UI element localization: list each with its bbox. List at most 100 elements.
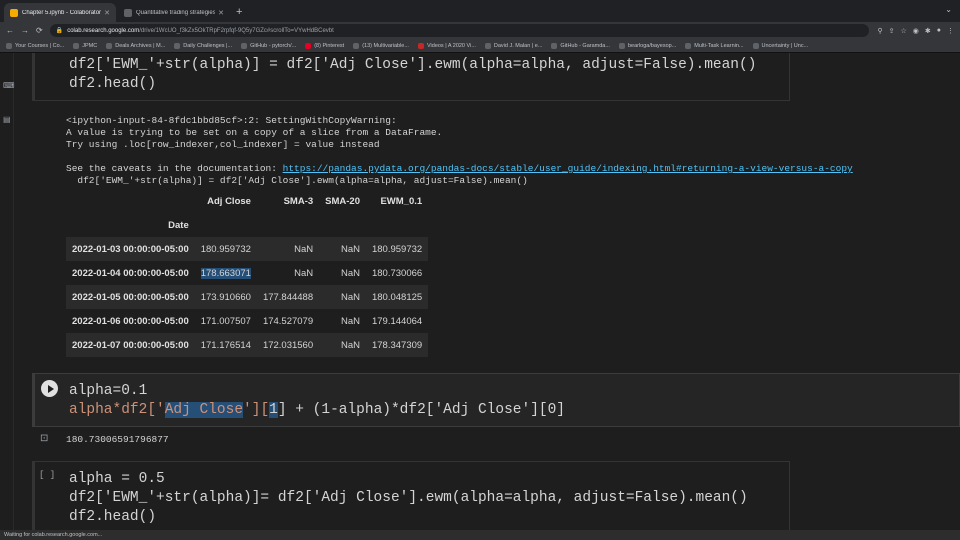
table-cell: 180.959732 (371, 243, 423, 255)
selected-index: 1 (269, 402, 278, 418)
table-cell: 180.959732 (200, 243, 251, 255)
address-toolbar: ← → ⟳ 🔒 colab.research.google.com /drive… (0, 22, 960, 39)
code-line: df2['EWM_'+str(alpha)] = df2['Adj Close'… (69, 57, 757, 73)
pandas-docs-link[interactable]: https://pandas.pydata.org/pandas-docs/st… (283, 163, 853, 174)
table-cell: 177.844488 (262, 291, 314, 303)
table-cell: NaN (294, 243, 314, 255)
colab-left-rail: ⌨ ▤ (0, 53, 15, 530)
colab-favicon-icon (10, 8, 18, 17)
column-header: SMA-3 (283, 195, 314, 207)
row-index: 2022-01-03 00:00:00-05:00 (72, 243, 189, 255)
bookmark-favicon-icon (6, 42, 12, 49)
code-line: alpha=0.1 (69, 383, 148, 399)
table-cell: NaN (340, 339, 360, 351)
profile-icon[interactable]: ● (937, 27, 941, 35)
code-line: df2['EWM_'+str(alpha)]= df2['Adj Close']… (69, 490, 748, 506)
bookmark-item[interactable]: Deals Archives | M... (106, 42, 165, 49)
menu-icon[interactable]: ⋮ (947, 27, 954, 35)
bookmark-item[interactable]: David J. Malan | e... (484, 42, 542, 49)
code-cell-manual-ewm[interactable]: alpha=0.1 alpha*df2['Adj Close'][1] + (1… (32, 373, 960, 427)
output-value: 180.73006591796877 (66, 434, 169, 445)
new-tab-button[interactable]: + (236, 3, 242, 22)
code-line: df2.head() (69, 509, 157, 525)
puzzle-icon[interactable]: ✱ (925, 27, 931, 35)
close-tab-icon[interactable]: ✕ (104, 9, 110, 17)
warning-text: A value is trying to be set on a copy of… (66, 127, 443, 138)
code-cell-ewm-alpha-05[interactable]: [ ] alpha = 0.5 df2['EWM_'+str(alpha)]= … (32, 461, 790, 530)
table-row: 2022-01-04 00:00:00-05:00 178.663071 NaN… (66, 261, 429, 285)
table-cell: 172.031560 (262, 339, 314, 351)
table-cell: NaN (340, 291, 360, 303)
bookmark-item[interactable]: Videos | A 2020 Vi... (417, 42, 476, 49)
selected-text: Adj Close (164, 402, 244, 418)
play-icon (47, 384, 54, 393)
output-menu-icon[interactable]: ⊡ (40, 433, 48, 444)
code-cell-ewm[interactable]: df2['EWM_'+str(alpha)] = df2['Adj Close'… (32, 53, 790, 101)
url-input[interactable]: 🔒 colab.research.google.com /drive/1WcUO… (49, 24, 870, 37)
files-icon[interactable]: ▤ (3, 115, 11, 124)
table-cell: 173.910660 (200, 291, 251, 303)
page-favicon-icon (124, 8, 132, 17)
share-icon[interactable]: ⇪ (889, 27, 895, 35)
table-row: 2022-01-06 00:00:00-05:00 171.007507 174… (66, 309, 429, 333)
extension-icon[interactable]: ◉ (913, 27, 919, 35)
index-name-row: Date (66, 213, 428, 237)
bookmark-item[interactable]: Daily Challenges |... (174, 42, 232, 49)
window-controls-icon[interactable]: ⌄ (945, 5, 952, 14)
code-line: alpha = 0.5 (69, 471, 165, 487)
caveat-text: See the caveats in the documentation: (66, 163, 283, 174)
back-arrow-icon[interactable]: ← (6, 26, 14, 35)
row-index: 2022-01-07 00:00:00-05:00 (72, 339, 189, 351)
run-cell-button[interactable] (41, 380, 58, 397)
table-cell: NaN (340, 267, 360, 279)
forward-arrow-icon[interactable]: → (21, 26, 29, 35)
bookmark-item[interactable]: Uncertainty | Unc... (752, 42, 808, 49)
bookmark-favicon-icon (752, 42, 759, 49)
github-icon (551, 42, 558, 49)
table-header-row: Adj Close SMA-3 SMA-20 EWM_0.1 (66, 189, 428, 213)
search-icon[interactable]: ⚲ (877, 27, 882, 35)
bookmark-favicon-icon (106, 42, 113, 49)
bookmark-item[interactable]: bearloga/bayesop... (618, 42, 676, 49)
table-cell: 171.176514 (200, 339, 251, 351)
tab-label: Quantitative trading strategies (136, 9, 216, 16)
code-snippets-icon[interactable]: ⌨ (3, 81, 15, 90)
table-cell: NaN (340, 315, 360, 327)
github-icon (618, 42, 625, 49)
bookmark-item[interactable]: Multi-Task Learnin... (685, 42, 744, 49)
table-cell: 174.527079 (262, 315, 314, 327)
bookmark-favicon-icon (484, 42, 491, 49)
code-line: alpha*df2['Adj Close'][1] + (1-alpha)*df… (69, 402, 566, 418)
close-tab-icon[interactable]: ✕ (218, 9, 224, 17)
url-host: colab.research.google.com (67, 27, 140, 34)
star-icon[interactable]: ☆ (901, 27, 907, 35)
bookmark-favicon-icon (353, 42, 360, 49)
bookmark-item[interactable]: (13) Multivariable... (353, 42, 409, 49)
url-path: /drive/1WcUO_f3kZx5OkTRpF2rpfqf-9Q5y7GZc… (139, 27, 334, 34)
bookmark-item[interactable]: GitHub - pytorch/... (241, 42, 296, 49)
table-row: 2022-01-07 00:00:00-05:00 171.176514 172… (66, 333, 429, 357)
column-header: EWM_0.1 (380, 195, 423, 207)
table-cell-selected: 178.663071 (200, 267, 251, 279)
bookmark-item[interactable]: Your Courses | Co... (6, 42, 64, 49)
table-cell: NaN (294, 267, 314, 279)
cell-output: ⊡ 180.73006591796877 (32, 429, 960, 451)
table-cell: NaN (340, 243, 360, 255)
reload-icon[interactable]: ⟳ (36, 26, 43, 35)
notebook-area: df2['EWM_'+str(alpha)] = df2['Adj Close'… (14, 53, 960, 530)
row-index: 2022-01-06 00:00:00-05:00 (72, 315, 189, 327)
table-cell: 179.144064 (371, 315, 423, 327)
bookmark-favicon-icon (685, 42, 692, 49)
bookmarks-bar: Your Courses | Co... JPMC Deals Archives… (0, 39, 960, 53)
bookmark-item[interactable]: (8) Pinterest (305, 42, 344, 49)
bookmark-item[interactable]: GitHub - Garamda... (551, 42, 610, 49)
warning-text: df2['EWM_'+str(alpha)] = df2['Adj Close'… (66, 175, 528, 186)
table-cell: 180.730066 (371, 267, 423, 279)
bookmark-item[interactable]: JPMC (73, 42, 97, 49)
table-cell: 180.048125 (371, 291, 423, 303)
browser-tab-bar: Chapter 5.ipynb - Colaborator ✕ Quantita… (0, 0, 960, 22)
table-row: 2022-01-05 00:00:00-05:00 173.910660 177… (66, 285, 429, 309)
tab-colab-notebook[interactable]: Chapter 5.ipynb - Colaborator ✕ (4, 3, 116, 22)
tab-quant-strategies[interactable]: Quantitative trading strategies ✕ (118, 3, 230, 22)
browser-status-bar: Waiting for colab.research.google.com... (0, 530, 960, 540)
